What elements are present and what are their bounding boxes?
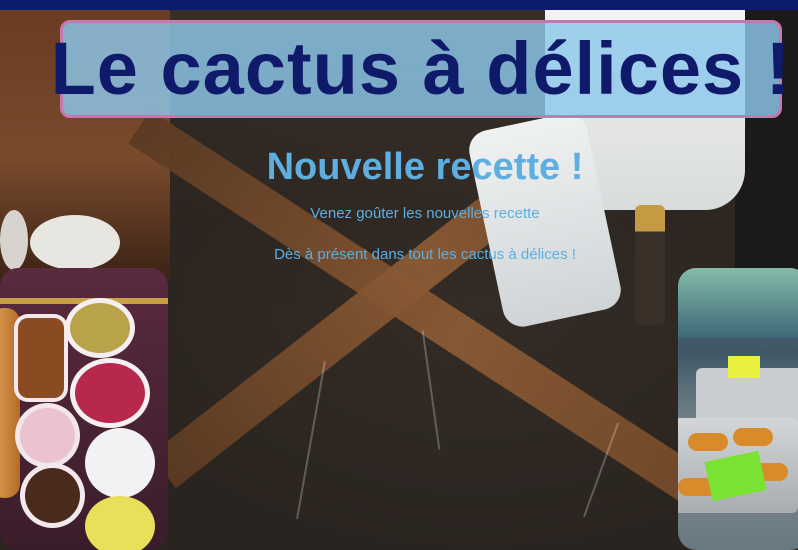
pastries-photo	[0, 268, 168, 550]
site-title: Le cactus à délices !	[50, 27, 792, 110]
article-title: Nouvelle recette !	[266, 146, 584, 188]
display-case-photo	[678, 268, 798, 550]
article-paragraph: Dès à présent dans tout les cactus à dél…	[274, 245, 576, 263]
site-header: Le cactus à délices !	[51, 20, 790, 118]
article: Nouvelle recette ! Venez goûter les nouv…	[160, 145, 690, 263]
price-tag	[728, 356, 760, 378]
article-paragraph: Venez goûter les nouvelles recette	[310, 204, 540, 222]
top-bar	[0, 0, 798, 10]
